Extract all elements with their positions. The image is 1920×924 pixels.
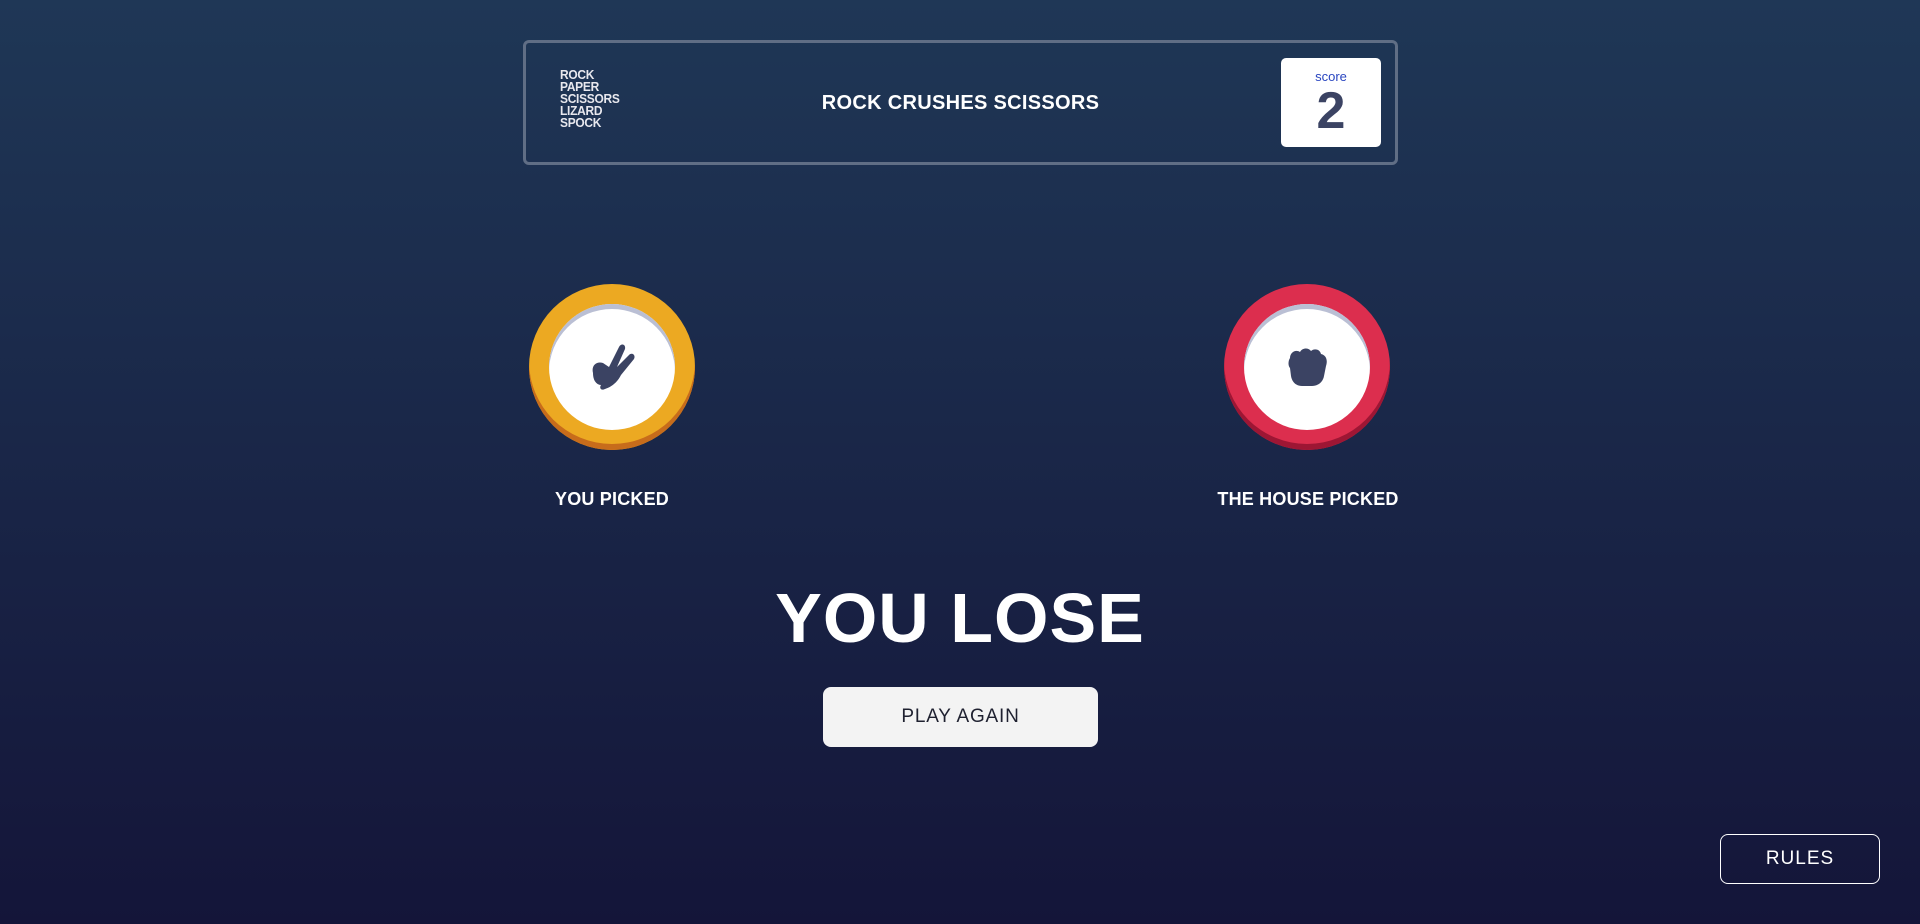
house-pick-chip [1224,284,1390,452]
you-picked-label: YOU PICKED [554,489,670,509]
score-box: score 2 [1281,58,1381,147]
scissors-hand-icon [592,344,635,390]
scoreboard-header: ROCK PAPER SCISSORS LIZARD SPOCK ROCK CR… [523,40,1398,165]
score-value: 2 [1316,82,1346,140]
scissors-chip-face [549,304,675,430]
logo-line-spock: SPOCK [560,115,602,130]
rock-chip [1224,284,1390,450]
user-pick-chip [529,284,695,452]
rock-fist-icon [1288,348,1327,386]
house-picked-label: THE HOUSE PICKED [1217,489,1399,509]
rock-chip-face [1244,304,1370,430]
play-again-button[interactable]: PLAY AGAIN [823,687,1098,747]
game-outcome-text: YOU LOSE [775,579,1145,657]
rules-button[interactable]: RULES [1720,834,1880,884]
round-result-text: ROCK CRUSHES SCISSORS [821,92,1100,114]
scissors-chip [529,284,695,450]
